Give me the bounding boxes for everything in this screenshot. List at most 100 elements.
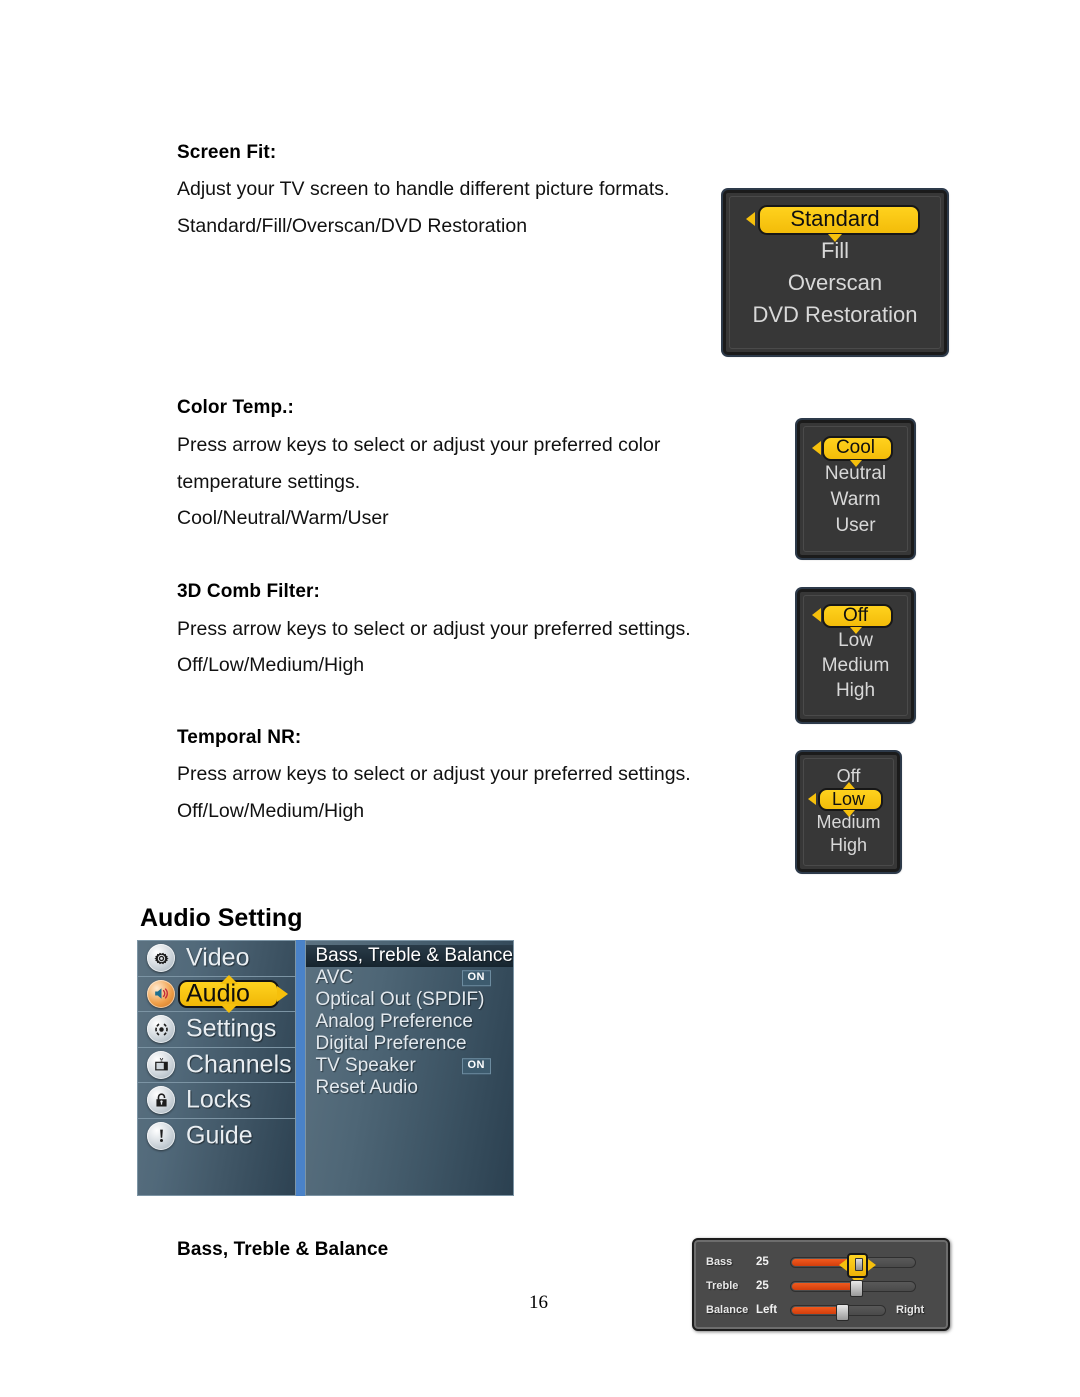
osd-temporal-nr[interactable]: Off Low Medium High xyxy=(797,752,900,872)
caret-right-icon xyxy=(868,1259,876,1271)
submenu-item-label: Bass, Treble & Balance xyxy=(315,945,514,966)
slider-track[interactable] xyxy=(790,1279,916,1297)
slider-value: 25 xyxy=(756,1280,769,1292)
submenu-item-analog-preference[interactable]: Analog Preference xyxy=(306,1011,514,1033)
osd-comb-filter[interactable]: Off Low Medium High xyxy=(797,589,914,722)
osd-option-low[interactable]: Low xyxy=(800,782,897,817)
osd-option-standard[interactable]: Standard xyxy=(726,203,944,242)
tv-icon xyxy=(147,1050,175,1079)
osd-option-user[interactable]: User xyxy=(800,513,911,539)
submenu-item-label: Reset Audio xyxy=(315,1077,418,1098)
submenu-item-avc[interactable]: AVC ON xyxy=(306,967,514,989)
osd-option-high[interactable]: High xyxy=(800,834,897,857)
menu-item-audio[interactable]: Audio xyxy=(138,974,296,1013)
osd-option-warm[interactable]: Warm xyxy=(800,487,911,513)
slider-row-bass[interactable]: Bass 25 xyxy=(706,1250,936,1285)
osd-option-label: DVD Restoration xyxy=(752,302,918,327)
osd-screen-fit[interactable]: Standard Fill Overscan DVD Restoration xyxy=(723,190,947,355)
osd-option-medium[interactable]: Medium xyxy=(800,653,911,678)
slider-row-balance[interactable]: Balance Left Right xyxy=(706,1298,936,1322)
section-title-color-temp: Color Temp.: xyxy=(177,397,294,418)
menu-item-label: Locks xyxy=(186,1085,252,1114)
exclamation-icon xyxy=(147,1121,175,1150)
triangle-down-icon xyxy=(849,627,862,634)
osd-option-label: Cool xyxy=(835,437,876,458)
menu-left-panel: Video Audio Settings Channels Locks Guid… xyxy=(137,940,297,1196)
osd-option-overscan[interactable]: Overscan xyxy=(726,267,944,299)
menu-item-settings[interactable]: Settings xyxy=(138,1012,296,1048)
section-title-comb-filter: 3D Comb Filter: xyxy=(177,581,320,602)
triangle-down-icon xyxy=(849,460,862,467)
slider-handle-core xyxy=(854,1257,863,1271)
osd-option-off[interactable]: Off xyxy=(800,603,911,634)
osd-option-label: High xyxy=(835,680,876,701)
page-heading-audio-setting: Audio Setting xyxy=(140,904,303,932)
submenu-item-reset-audio[interactable]: Reset Audio xyxy=(306,1077,514,1099)
osd-option-dvd-restoration[interactable]: DVD Restoration xyxy=(726,299,944,331)
slider-fill xyxy=(792,1282,854,1290)
slider-label: Treble xyxy=(706,1280,739,1292)
osd-option-high[interactable]: High xyxy=(800,678,911,703)
menu-item-label: Channels xyxy=(186,1050,292,1079)
menu-item-label: Settings xyxy=(186,1014,277,1043)
slider-label: Balance xyxy=(706,1304,749,1316)
submenu-list: Bass, Treble & Balance AVC ON Optical Ou… xyxy=(305,941,514,1099)
menu-item-label: Video xyxy=(186,943,250,972)
osd-option-list: Off Low Medium High xyxy=(800,592,911,719)
menu-item-locks[interactable]: Locks xyxy=(138,1083,296,1119)
section-line: temperature settings. xyxy=(177,471,361,493)
triangle-down-icon xyxy=(828,234,842,242)
lock-icon xyxy=(147,1086,175,1115)
osd-option-label: Off xyxy=(843,605,868,626)
slider-fill xyxy=(792,1306,840,1314)
menu-divider xyxy=(296,940,305,1196)
speaker-icon xyxy=(147,979,175,1008)
slider-handle[interactable] xyxy=(836,1303,849,1321)
slider-value-right: Right xyxy=(896,1304,925,1316)
status-badge-on: ON xyxy=(461,970,491,986)
submenu-item-label: Optical Out (SPDIF) xyxy=(315,989,485,1010)
triangle-right-icon xyxy=(277,985,289,1002)
osd-color-temp[interactable]: Cool Neutral Warm User xyxy=(797,420,914,558)
menu-item-guide[interactable]: Guide xyxy=(138,1119,295,1154)
section-title-bass-treble-balance: Bass, Treble & Balance xyxy=(177,1239,389,1260)
section-line: Off/Low/Medium/High xyxy=(177,800,365,822)
menu-item-channels[interactable]: Channels xyxy=(138,1048,296,1083)
section-line: Off/Low/Medium/High xyxy=(177,654,365,676)
menu-item-video[interactable]: Video xyxy=(138,941,296,977)
document-page: Screen Fit: Adjust your TV screen to han… xyxy=(0,0,1080,1397)
status-badge-on: ON xyxy=(461,1058,491,1074)
menu-item-label: Guide xyxy=(186,1121,253,1150)
triangle-down-icon xyxy=(842,810,855,817)
triangle-up-icon xyxy=(842,782,855,789)
caret-left-icon xyxy=(839,1259,847,1271)
osd-main-menu[interactable]: Video Audio Settings Channels Locks Guid… xyxy=(137,940,514,1196)
section-line: Press arrow keys to select or adjust you… xyxy=(177,434,661,456)
osd-option-label: High xyxy=(829,835,868,855)
slider-handle[interactable] xyxy=(850,1279,863,1297)
slider-row-treble[interactable]: Treble 25 xyxy=(706,1274,936,1298)
osd-option-cool[interactable]: Cool xyxy=(800,435,911,467)
osd-option-label: Warm xyxy=(830,489,881,510)
caret-left-icon xyxy=(812,608,821,622)
osd-option-label: Standard xyxy=(790,206,880,231)
submenu-item-digital-preference[interactable]: Digital Preference xyxy=(306,1033,514,1055)
osd-bass-treble-balance[interactable]: Bass 25 Treble 25 Balance Left Right xyxy=(692,1238,950,1331)
gear-icon xyxy=(147,944,175,973)
section-line: Press arrow keys to select or adjust you… xyxy=(177,763,691,785)
osd-option-list: Cool Neutral Warm User xyxy=(800,423,911,555)
slider-track[interactable] xyxy=(790,1303,886,1321)
caret-left-icon xyxy=(812,441,821,455)
submenu-item-bass-treble-balance[interactable]: Bass, Treble & Balance xyxy=(305,945,514,967)
submenu-item-label: AVC xyxy=(315,967,354,988)
slider-track[interactable] xyxy=(790,1252,916,1285)
section-title-temporal-nr: Temporal NR: xyxy=(177,727,302,748)
caret-left-icon xyxy=(746,212,755,226)
section-line: Standard/Fill/Overscan/DVD Restoration xyxy=(177,215,528,237)
settings-icon xyxy=(147,1015,175,1044)
osd-option-list: Standard Fill Overscan DVD Restoration xyxy=(726,193,944,352)
submenu-item-tv-speaker[interactable]: TV Speaker ON xyxy=(306,1055,514,1077)
submenu-item-label: Digital Preference xyxy=(315,1033,467,1054)
osd-option-label: User xyxy=(835,515,876,536)
submenu-item-optical-out[interactable]: Optical Out (SPDIF) xyxy=(306,989,514,1011)
